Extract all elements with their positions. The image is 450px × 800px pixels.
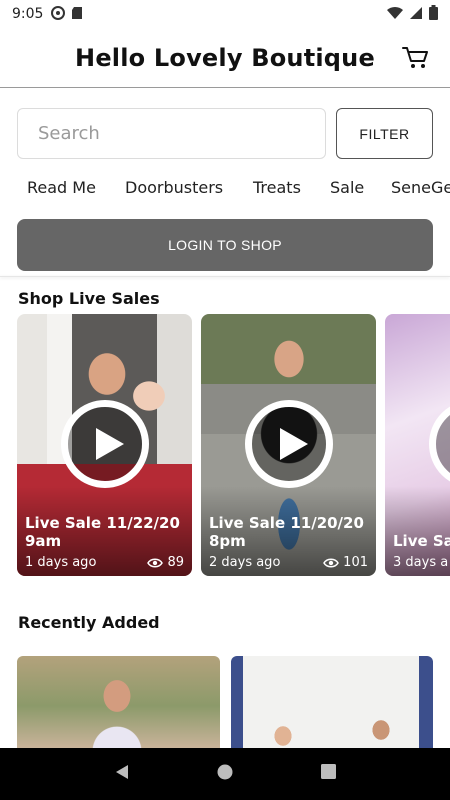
view-count-value: 89 [167, 555, 184, 570]
tab-read-me[interactable]: Read Me [27, 178, 96, 197]
live-sale-card[interactable]: Live Sale 11/22/20 9am 1 days ago 89 [17, 314, 192, 576]
category-tabs: Read Me Doorbusters Treats Sale SeneGe [0, 172, 450, 206]
divider [0, 276, 450, 277]
tab-treats[interactable]: Treats [253, 178, 301, 197]
recently-added-title: Recently Added [18, 613, 160, 632]
recent-product-card[interactable] [17, 656, 220, 748]
live-sale-card[interactable]: Live Sale 11/20/20 8pm 2 days ago 101 [201, 314, 376, 576]
recents-icon[interactable] [321, 764, 337, 784]
live-sale-card[interactable]: Live Sale 8pm 3 days a [385, 314, 450, 576]
live-sale-age: 2 days ago [209, 555, 281, 570]
sd-card-icon [71, 6, 83, 23]
page-title: Hello Lovely Boutique [75, 43, 375, 72]
login-to-shop-button[interactable]: LOGIN TO SHOP [17, 219, 433, 271]
live-sale-age: 1 days ago [25, 555, 97, 570]
product-thumbnail [17, 656, 220, 748]
product-thumbnail [231, 656, 433, 748]
play-icon [60, 400, 149, 488]
live-sales-title: Shop Live Sales [18, 289, 160, 308]
eye-icon [323, 558, 340, 567]
battery-icon [429, 5, 438, 23]
live-sale-title: Live Sale 11/20/20 8pm [209, 514, 364, 550]
back-icon[interactable] [114, 764, 130, 785]
cart-button[interactable] [402, 44, 430, 72]
live-sale-age: 3 days a [393, 555, 449, 570]
eye-icon [147, 558, 164, 567]
tab-doorbusters[interactable]: Doorbusters [125, 178, 223, 197]
play-icon [244, 400, 333, 488]
cart-icon [402, 47, 428, 68]
view-count-value: 101 [343, 555, 368, 570]
search-box [17, 108, 326, 159]
app-header: Hello Lovely Boutique [0, 28, 450, 88]
wifi-icon [387, 6, 403, 23]
recent-product-card[interactable] [231, 656, 433, 748]
status-bar: 9:05 [0, 0, 450, 28]
tab-senege[interactable]: SeneGe [391, 178, 450, 197]
at-sign-icon [51, 5, 66, 23]
search-row: FILTER [17, 108, 433, 160]
system-nav-bar [0, 748, 450, 800]
signal-icon [409, 6, 423, 23]
live-sale-title: Live Sale 8pm [393, 532, 450, 550]
live-sale-title: Live Sale 11/22/20 9am [25, 514, 180, 550]
view-count: 89 [147, 555, 184, 570]
status-time: 9:05 [12, 6, 44, 22]
tab-sale[interactable]: Sale [330, 178, 364, 197]
search-input[interactable] [38, 123, 305, 144]
filter-button[interactable]: FILTER [336, 108, 433, 159]
view-count: 101 [323, 555, 368, 570]
home-icon[interactable] [217, 764, 233, 785]
